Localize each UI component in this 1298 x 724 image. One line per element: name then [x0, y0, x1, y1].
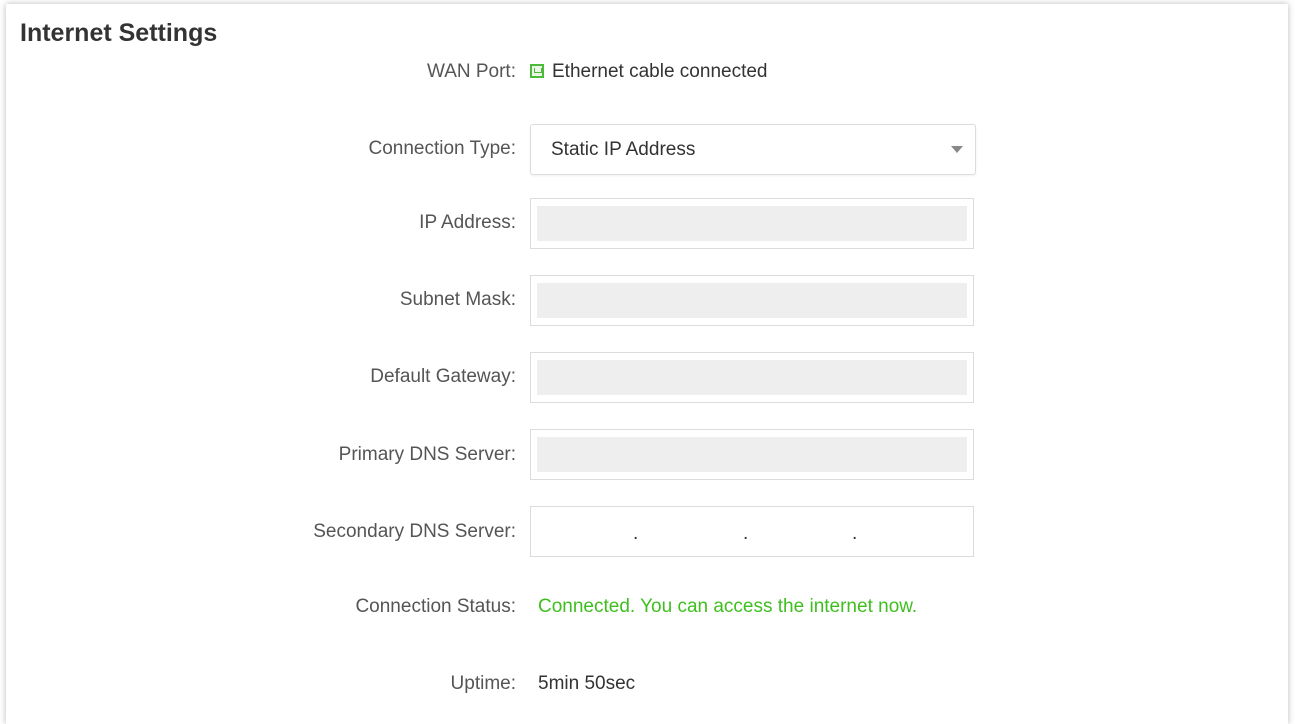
ip-separator-dot: .	[633, 523, 639, 544]
connection-status-text: Connected. You can access the internet n…	[538, 596, 918, 617]
uptime-value: 5min 50sec	[538, 673, 636, 694]
primary-dns-label: Primary DNS Server:	[338, 444, 516, 465]
secondary-dns-field[interactable]: . . .	[530, 506, 974, 557]
primary-dns-field[interactable]	[530, 429, 974, 480]
default-gateway-label: Default Gateway:	[370, 366, 516, 387]
connection-type-selected: Static IP Address	[551, 139, 696, 160]
connection-status-label: Connection Status:	[355, 596, 516, 617]
default-gateway-field-fill	[537, 360, 967, 395]
connection-type-label: Connection Type:	[368, 138, 516, 159]
primary-dns-field-fill	[537, 437, 967, 472]
ip-address-field[interactable]	[530, 198, 974, 249]
subnet-mask-field[interactable]	[530, 275, 974, 326]
secondary-dns-label: Secondary DNS Server:	[313, 521, 516, 542]
wan-port-status-text: Ethernet cable connected	[552, 61, 768, 82]
subnet-mask-field-fill	[537, 283, 967, 318]
section-title: Internet Settings	[20, 19, 218, 47]
ip-separator-dot: .	[852, 523, 858, 544]
wan-port-status: Ethernet cable connected	[530, 61, 768, 83]
ip-separator-dot: .	[743, 523, 749, 544]
ip-address-field-fill	[537, 206, 967, 241]
ethernet-port-icon	[530, 64, 544, 78]
chevron-down-icon	[951, 146, 963, 153]
wan-port-label: WAN Port:	[426, 61, 516, 82]
uptime-label: Uptime:	[450, 673, 516, 694]
default-gateway-field[interactable]	[530, 352, 974, 403]
ip-address-label: IP Address:	[419, 212, 516, 233]
subnet-mask-label: Subnet Mask:	[399, 289, 516, 310]
connection-type-select[interactable]: Static IP Address	[530, 124, 976, 175]
